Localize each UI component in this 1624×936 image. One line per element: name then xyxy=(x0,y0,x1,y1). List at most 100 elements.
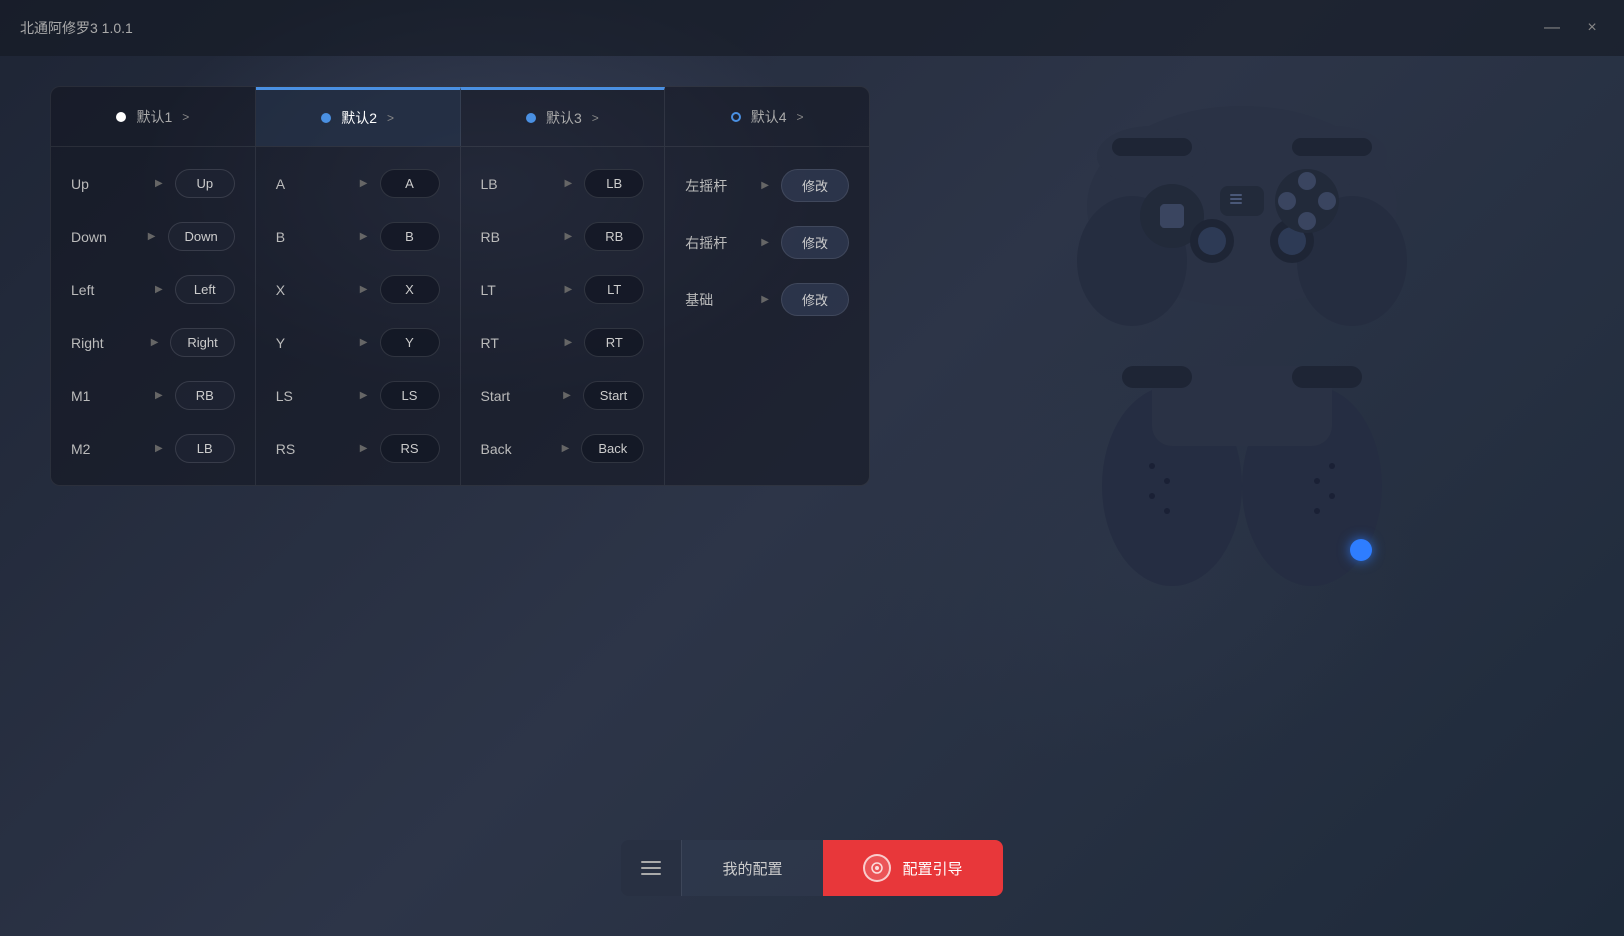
my-config-button[interactable]: 我的配置 xyxy=(681,840,822,896)
tab3-label: 默认3 xyxy=(546,108,582,128)
menu-button[interactable] xyxy=(621,840,681,896)
map-val-back[interactable]: Back xyxy=(581,434,644,463)
target-icon xyxy=(870,861,884,875)
map-row-right-stick: 右摇杆 ▶ 修改 xyxy=(665,214,869,271)
titlebar: 北通阿修罗3 1.0.1 — × xyxy=(0,0,1624,56)
panels-row: Up ▶ Up Down ▶ Down Left ▶ Left Right ▶ xyxy=(50,146,870,486)
arrow-basic: ▶ xyxy=(761,294,769,305)
arrow-right: ▶ xyxy=(151,337,159,348)
tab-default2[interactable]: 默认2 > xyxy=(256,87,461,146)
config-guide-label: 配置引导 xyxy=(903,858,963,879)
arrow-back: ▶ xyxy=(562,443,570,454)
map-val-lt[interactable]: LT xyxy=(584,275,644,304)
map-row-a: A ▶ A xyxy=(256,157,460,210)
app-title: 北通阿修罗3 1.0.1 xyxy=(20,18,1540,38)
arrow-lt: ▶ xyxy=(565,284,573,295)
map-val-ls[interactable]: LS xyxy=(380,381,440,410)
controller-section xyxy=(900,56,1624,591)
arrow-down: ▶ xyxy=(148,231,156,242)
map-row-rs: RS ▶ RS xyxy=(256,422,460,475)
map-row-m2: M2 ▶ LB xyxy=(51,422,255,475)
minimize-button[interactable]: — xyxy=(1540,16,1564,40)
map-row-rb: RB ▶ RB xyxy=(461,210,665,263)
map-val-m1[interactable]: RB xyxy=(175,381,235,410)
tab-default4[interactable]: 默认4 > xyxy=(665,87,869,146)
guide-icon xyxy=(863,854,891,882)
tab-default1[interactable]: 默认1 > xyxy=(51,87,256,146)
map-val-m2[interactable]: LB xyxy=(175,434,235,463)
map-label-ls: LS xyxy=(276,388,348,404)
arrow-rs: ▶ xyxy=(360,443,368,454)
tab4-dot xyxy=(731,112,741,122)
arrow-m1: ▶ xyxy=(155,390,163,401)
map-row-basic: 基础 ▶ 修改 xyxy=(665,271,869,328)
map-val-right-stick[interactable]: 修改 xyxy=(781,226,849,259)
map-label-lt: LT xyxy=(481,282,553,298)
map-val-up[interactable]: Up xyxy=(175,169,235,198)
map-val-rs[interactable]: RS xyxy=(380,434,440,463)
arrow-left-stick: ▶ xyxy=(761,180,769,191)
map-label-m2: M2 xyxy=(71,441,143,457)
left-section: 默认1 > 默认2 > 默认3 > 默认4 > xyxy=(0,56,900,516)
map-label-down: Down xyxy=(71,229,136,245)
map-label-up: Up xyxy=(71,176,143,192)
map-val-left[interactable]: Left xyxy=(175,275,235,304)
main-content: 默认1 > 默认2 > 默认3 > 默认4 > xyxy=(0,56,1624,936)
map-row-y: Y ▶ Y xyxy=(256,316,460,369)
map-row-x: X ▶ X xyxy=(256,263,460,316)
menu-line-1 xyxy=(641,861,661,863)
map-label-left: Left xyxy=(71,282,143,298)
map-label-x: X xyxy=(276,282,348,298)
arrow-b: ▶ xyxy=(360,231,368,242)
map-label-y: Y xyxy=(276,335,348,351)
map-label-b: B xyxy=(276,229,348,245)
tab1-label: 默认1 xyxy=(136,107,172,127)
window-controls: — × xyxy=(1540,16,1604,40)
arrow-rb: ▶ xyxy=(565,231,573,242)
map-label-left-stick: 左摇杆 xyxy=(685,176,749,196)
tab3-arrow: > xyxy=(592,111,599,125)
map-row-ls: LS ▶ LS xyxy=(256,369,460,422)
map-val-rb[interactable]: RB xyxy=(584,222,644,251)
map-val-left-stick[interactable]: 修改 xyxy=(781,169,849,202)
panel1: Up ▶ Up Down ▶ Down Left ▶ Left Right ▶ xyxy=(51,147,256,485)
map-val-start[interactable]: Start xyxy=(583,381,644,410)
tab4-arrow: > xyxy=(797,110,804,124)
map-row-down: Down ▶ Down xyxy=(51,210,255,263)
arrow-m2: ▶ xyxy=(155,443,163,454)
arrow-a: ▶ xyxy=(360,178,368,189)
map-val-y[interactable]: Y xyxy=(380,328,440,357)
map-val-lb[interactable]: LB xyxy=(584,169,644,198)
arrow-rt: ▶ xyxy=(565,337,573,348)
map-val-a[interactable]: A xyxy=(380,169,440,198)
bottom-bar: 我的配置 配置引导 xyxy=(0,840,1624,896)
map-val-b[interactable]: B xyxy=(380,222,440,251)
tab4-label: 默认4 xyxy=(751,107,787,127)
controller-bottom-illustration xyxy=(1092,366,1392,586)
config-guide-button[interactable]: 配置引导 xyxy=(823,840,1003,896)
map-row-lb: LB ▶ LB xyxy=(461,157,665,210)
map-label-lb: LB xyxy=(481,176,553,192)
map-label-rt: RT xyxy=(481,335,553,351)
cursor xyxy=(1350,539,1372,561)
arrow-right-stick: ▶ xyxy=(761,237,769,248)
map-row-start: Start ▶ Start xyxy=(461,369,665,422)
tab-default3[interactable]: 默认3 > xyxy=(461,87,666,146)
arrow-start: ▶ xyxy=(563,390,571,401)
panel4: 左摇杆 ▶ 修改 右摇杆 ▶ 修改 基础 ▶ 修改 xyxy=(665,147,869,485)
arrow-up: ▶ xyxy=(155,178,163,189)
map-val-down[interactable]: Down xyxy=(168,222,235,251)
map-val-rt[interactable]: RT xyxy=(584,328,644,357)
panel3: LB ▶ LB RB ▶ RB LT ▶ LT RT ▶ RT xyxy=(461,147,666,485)
close-button[interactable]: × xyxy=(1580,16,1604,40)
map-val-right[interactable]: Right xyxy=(170,328,234,357)
map-label-rb: RB xyxy=(481,229,553,245)
map-row-rt: RT ▶ RT xyxy=(461,316,665,369)
hamburger-icon xyxy=(641,861,661,875)
arrow-y: ▶ xyxy=(360,337,368,348)
map-val-basic[interactable]: 修改 xyxy=(781,283,849,316)
menu-line-2 xyxy=(641,867,661,869)
map-val-x[interactable]: X xyxy=(380,275,440,304)
map-label-rs: RS xyxy=(276,441,348,457)
tab2-dot xyxy=(321,113,331,123)
